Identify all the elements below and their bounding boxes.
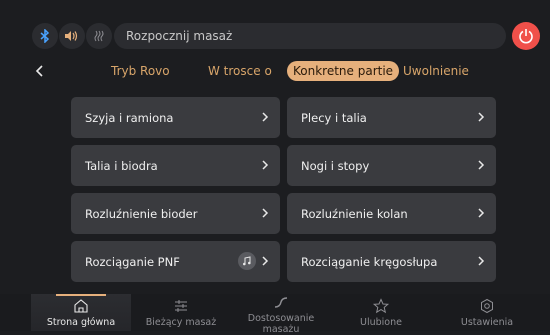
card-nogi-i-stopy[interactable]: Nogi i stopy bbox=[287, 145, 496, 186]
bottom-nav: Strona główna Bieżący masaż Dostosowanie… bbox=[0, 294, 550, 335]
chevron-right-icon bbox=[478, 160, 485, 170]
power-icon bbox=[519, 29, 533, 44]
chevron-right-icon bbox=[478, 112, 485, 122]
nav-home[interactable]: Strona główna bbox=[31, 294, 131, 331]
chevron-right-icon bbox=[262, 160, 269, 170]
card-label: Rozciąganie kręgosłupa bbox=[301, 254, 438, 269]
power-button[interactable] bbox=[512, 22, 540, 50]
nav-current-massage[interactable]: Bieżący masaż bbox=[131, 294, 231, 331]
active-indicator bbox=[56, 294, 106, 296]
bluetooth-icon[interactable] bbox=[32, 23, 58, 49]
start-massage-label: Rozpocznij masaż bbox=[126, 29, 233, 43]
nav-custom-massage-label: Dostosowanie masażu bbox=[247, 313, 315, 335]
card-plecy-i-talia[interactable]: Plecy i talia bbox=[287, 97, 496, 138]
settings-icon bbox=[481, 298, 493, 314]
card-label: Nogi i stopy bbox=[301, 158, 370, 173]
chevron-right-icon bbox=[262, 256, 269, 266]
tab-tryb-rovo[interactable]: Tryb Rovo bbox=[111, 61, 170, 81]
chevron-left-icon bbox=[35, 65, 43, 77]
card-rozciaganie-kregoslupa[interactable]: Rozciąganie kręgosłupa bbox=[287, 241, 496, 282]
back-button[interactable] bbox=[30, 61, 50, 81]
sliders-icon bbox=[175, 300, 187, 312]
tab-konkretne-partie[interactable]: Konkretne partie bbox=[287, 61, 400, 81]
chevron-right-icon bbox=[262, 208, 269, 218]
star-icon bbox=[372, 298, 390, 314]
nav-custom-massage[interactable]: Dostosowanie masażu bbox=[231, 294, 331, 335]
custom-curve-icon bbox=[274, 297, 288, 308]
home-icon bbox=[74, 299, 88, 313]
card-label: Szyja i ramiona bbox=[85, 110, 174, 125]
chevron-right-icon bbox=[478, 256, 485, 266]
card-label: Talia i biodra bbox=[85, 158, 158, 173]
card-szyja-i-ramiona[interactable]: Szyja i ramiona bbox=[71, 97, 280, 138]
card-talia-i-biodra[interactable]: Talia i biodra bbox=[71, 145, 280, 186]
nav-settings-label: Ustawienia bbox=[460, 317, 514, 328]
start-massage-field[interactable]: Rozpocznij masaż bbox=[114, 23, 506, 49]
card-rozluznienie-bioder[interactable]: Rozluźnienie bioder bbox=[71, 193, 280, 234]
nav-favorites-label: Ulubione bbox=[360, 317, 402, 328]
card-label: Plecy i talia bbox=[301, 110, 367, 125]
nav-current-massage-label: Bieżący masaż bbox=[145, 317, 217, 328]
chevron-right-icon bbox=[262, 112, 269, 122]
nav-favorites[interactable]: Ulubione bbox=[331, 294, 431, 331]
card-label: Rozluźnienie kolan bbox=[301, 206, 408, 221]
nav-home-label: Strona główna bbox=[46, 317, 116, 328]
card-rozciaganie-pnf[interactable]: Rozciąganie PNF bbox=[71, 241, 280, 282]
heat-icon[interactable] bbox=[86, 23, 112, 49]
card-label: Rozciąganie PNF bbox=[85, 254, 180, 269]
top-bar: Rozpocznij masaż bbox=[0, 0, 550, 56]
tab-uwolnienie[interactable]: Uwolnienie bbox=[403, 61, 469, 81]
volume-icon[interactable] bbox=[59, 23, 85, 49]
tab-w-trosce-o[interactable]: W trosce o bbox=[208, 61, 272, 81]
chevron-right-icon bbox=[478, 208, 485, 218]
card-label: Rozluźnienie bioder bbox=[85, 206, 198, 221]
nav-settings[interactable]: Ustawienia bbox=[437, 294, 537, 331]
music-note-icon bbox=[238, 252, 256, 270]
card-rozluznienie-kolan[interactable]: Rozluźnienie kolan bbox=[287, 193, 496, 234]
